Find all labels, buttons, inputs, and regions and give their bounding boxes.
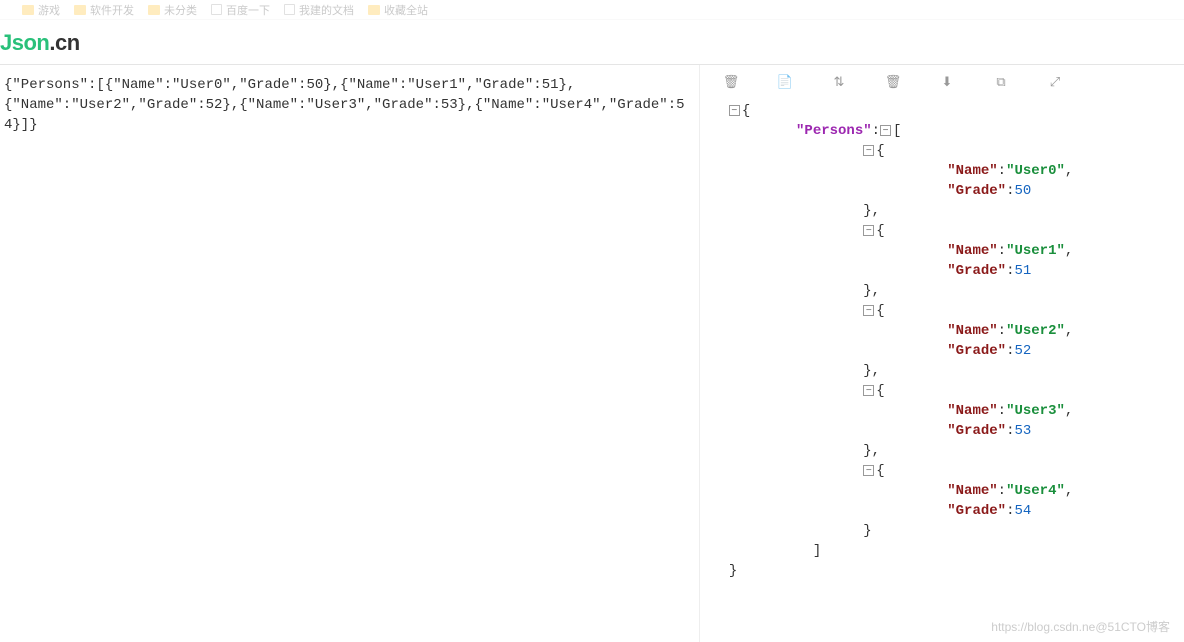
formatted-output-pane: 🗑 📄 ⇅ 🗑 ⬇ ⧉ ⤢ −{ "Persons":−[ −{ "Name":"User0… <box>700 65 1184 642</box>
clear-button[interactable]: 🗑 <box>724 75 738 89</box>
tree-name-row: "Name":"User1", <box>712 241 1172 261</box>
tree-root-open: −{ <box>712 101 1172 121</box>
tree-toggle[interactable]: − <box>863 225 874 236</box>
bookmark-item[interactable]: 收藏全站 <box>368 2 428 18</box>
bookmark-label: 百度一下 <box>226 2 270 18</box>
tree-toggle[interactable]: − <box>880 125 891 136</box>
bookmark-label: 游戏 <box>38 2 60 18</box>
tree-toggle[interactable]: − <box>729 105 740 116</box>
tree-name-row: "Name":"User0", <box>712 161 1172 181</box>
bookmark-item[interactable]: 未分类 <box>148 2 197 18</box>
site-logo: Json.cn <box>0 30 80 55</box>
tree-object-open: −{ <box>712 381 1172 401</box>
bookmark-item[interactable]: 百度一下 <box>211 2 270 18</box>
tree-object-close: } <box>712 521 1172 541</box>
output-toolbar: 🗑 📄 ⇅ 🗑 ⬇ ⧉ ⤢ <box>700 65 1184 99</box>
raw-json-input[interactable]: {"Persons":[{"Name":"User0","Grade":50},… <box>0 65 700 642</box>
tree-grade-row: "Grade":54 <box>712 501 1172 521</box>
clear-icon: 🗑 <box>723 74 740 90</box>
collapse-icon: ⤢ <box>1050 74 1060 90</box>
tree-object-open: −{ <box>712 301 1172 321</box>
bookmark-label: 未分类 <box>164 2 197 18</box>
delete-button[interactable]: 🗑 <box>886 75 900 89</box>
copy-button[interactable]: 📄 <box>778 75 792 89</box>
tree-toggle[interactable]: − <box>863 305 874 316</box>
tree-name-row: "Name":"User3", <box>712 401 1172 421</box>
bookmark-label: 收藏全站 <box>384 2 428 18</box>
tree-object-close: }, <box>712 201 1172 221</box>
tree-grade-row: "Grade":52 <box>712 341 1172 361</box>
tree-toggle[interactable]: − <box>863 145 874 156</box>
tree-grade-row: "Grade":53 <box>712 421 1172 441</box>
collapse-button[interactable]: ⤢ <box>1048 75 1062 89</box>
tree-object-close: }, <box>712 441 1172 461</box>
page-icon <box>284 4 295 15</box>
tree-toggle[interactable]: − <box>863 385 874 396</box>
tree-object-open: −{ <box>712 221 1172 241</box>
tree-grade-row: "Grade":50 <box>712 181 1172 201</box>
tree-object-close: }, <box>712 361 1172 381</box>
tree-name-row: "Name":"User4", <box>712 481 1172 501</box>
duplicate-button[interactable]: ⧉ <box>994 75 1008 89</box>
bookmark-label: 软件开发 <box>90 2 134 18</box>
tree-object-open: −{ <box>712 461 1172 481</box>
duplicate-icon: ⧉ <box>996 74 1005 90</box>
main-area: {"Persons":[{"Name":"User0","Grade":50},… <box>0 65 1184 642</box>
folder-icon <box>22 5 34 15</box>
tree-grade-row: "Grade":51 <box>712 261 1172 281</box>
sort-icon: ⇅ <box>834 74 845 90</box>
bookmark-label: 我建的文档 <box>299 2 354 18</box>
logo-part-json: Json <box>0 30 49 55</box>
copy-icon: 📄 <box>777 74 793 90</box>
tree-toggle[interactable]: − <box>863 465 874 476</box>
folder-icon <box>74 5 86 15</box>
tree-object-open: −{ <box>712 141 1172 161</box>
delete-icon: 🗑 <box>885 74 902 90</box>
logo-part-cn: .cn <box>49 30 79 55</box>
site-header: Json.cn <box>0 20 1184 65</box>
bookmark-item[interactable]: 游戏 <box>22 2 60 18</box>
bookmark-item[interactable]: 我建的文档 <box>284 2 354 18</box>
folder-icon <box>368 5 380 15</box>
json-tree: −{ "Persons":−[ −{ "Name":"User0", "Grad… <box>700 99 1184 593</box>
sort-button[interactable]: ⇅ <box>832 75 846 89</box>
tree-object-close: }, <box>712 281 1172 301</box>
tree-array-close: ] <box>712 541 1172 561</box>
page-icon <box>211 4 222 15</box>
tree-root-close: } <box>712 561 1172 581</box>
tree-persons-key: "Persons":−[ <box>712 121 1172 141</box>
download-icon: ⬇ <box>942 74 953 90</box>
bookmark-item[interactable]: 软件开发 <box>74 2 134 18</box>
tree-name-row: "Name":"User2", <box>712 321 1172 341</box>
folder-icon <box>148 5 160 15</box>
bookmarks-bar: 游戏 软件开发 未分类 百度一下 我建的文档 收藏全站 <box>0 0 1184 20</box>
download-button[interactable]: ⬇ <box>940 75 954 89</box>
